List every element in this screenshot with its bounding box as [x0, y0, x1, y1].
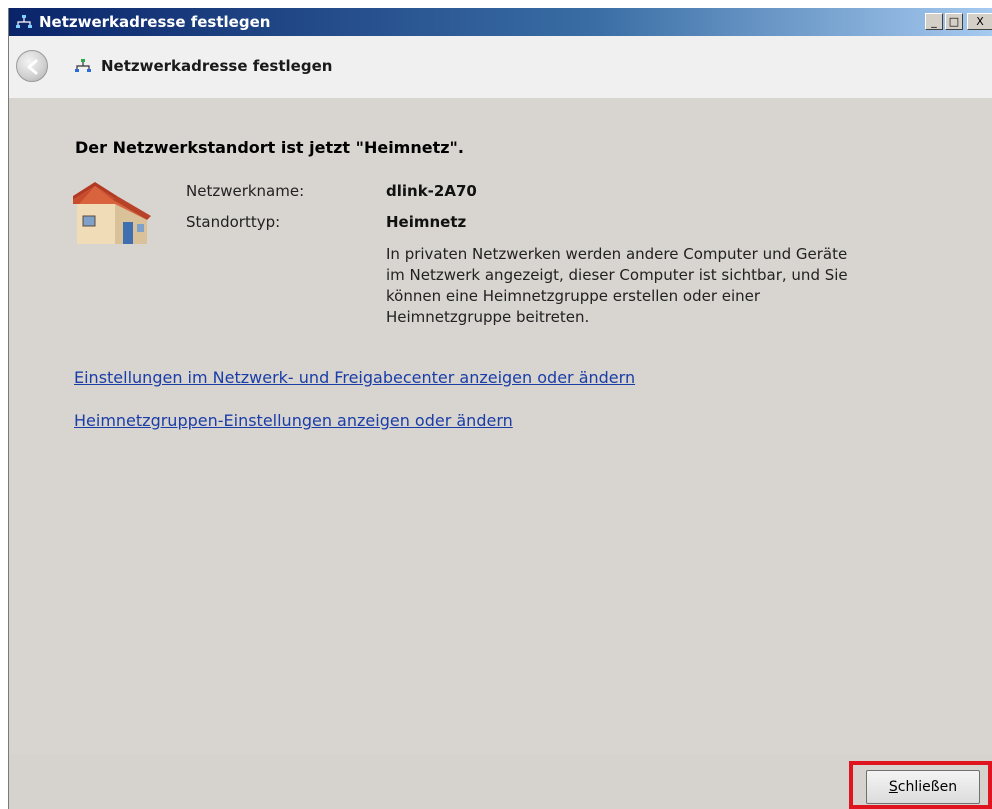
title-bar[interactable]: Netzwerkadresse festlegen _ □ X: [9, 8, 992, 36]
back-arrow-icon: [27, 59, 38, 75]
maximize-button[interactable]: □: [945, 13, 963, 30]
dialog-window: Netzwerkadresse festlegen _ □ X Netzwerk…: [8, 8, 992, 809]
close-button[interactable]: Schließen: [866, 770, 980, 804]
location-type-value: Heimnetz: [386, 213, 467, 231]
status-heading: Der Netzwerkstandort ist jetzt "Heimnetz…: [75, 138, 464, 157]
window-title: Netzwerkadresse festlegen: [39, 13, 271, 31]
network-name-value: dlink-2A70: [386, 182, 477, 200]
location-description: In privaten Netzwerken werden andere Com…: [386, 245, 848, 326]
navigation-bar: Netzwerkadresse festlegen: [9, 36, 992, 99]
close-window-button[interactable]: X: [967, 13, 992, 30]
close-mnemonic: S: [888, 779, 898, 795]
location-type-label: Standorttyp:: [186, 213, 281, 231]
button-bar: Schließen: [9, 754, 992, 809]
homegroup-settings-link[interactable]: Heimnetzgruppen-Einstellungen anzeigen o…: [74, 411, 513, 430]
content-panel: Der Netzwerkstandort ist jetzt "Heimnetz…: [9, 98, 992, 755]
network-name-label: Netzwerkname:: [186, 182, 305, 200]
minimize-button[interactable]: _: [925, 13, 943, 30]
network-sharing-center-link[interactable]: Einstellungen im Netzwerk- und Freigabec…: [74, 368, 635, 387]
close-label: chließen: [897, 779, 958, 795]
house-icon: [73, 182, 151, 244]
network-icon: [75, 59, 91, 72]
network-icon: [16, 15, 32, 28]
back-button[interactable]: [16, 50, 48, 82]
page-title: Netzwerkadresse festlegen: [101, 57, 333, 75]
